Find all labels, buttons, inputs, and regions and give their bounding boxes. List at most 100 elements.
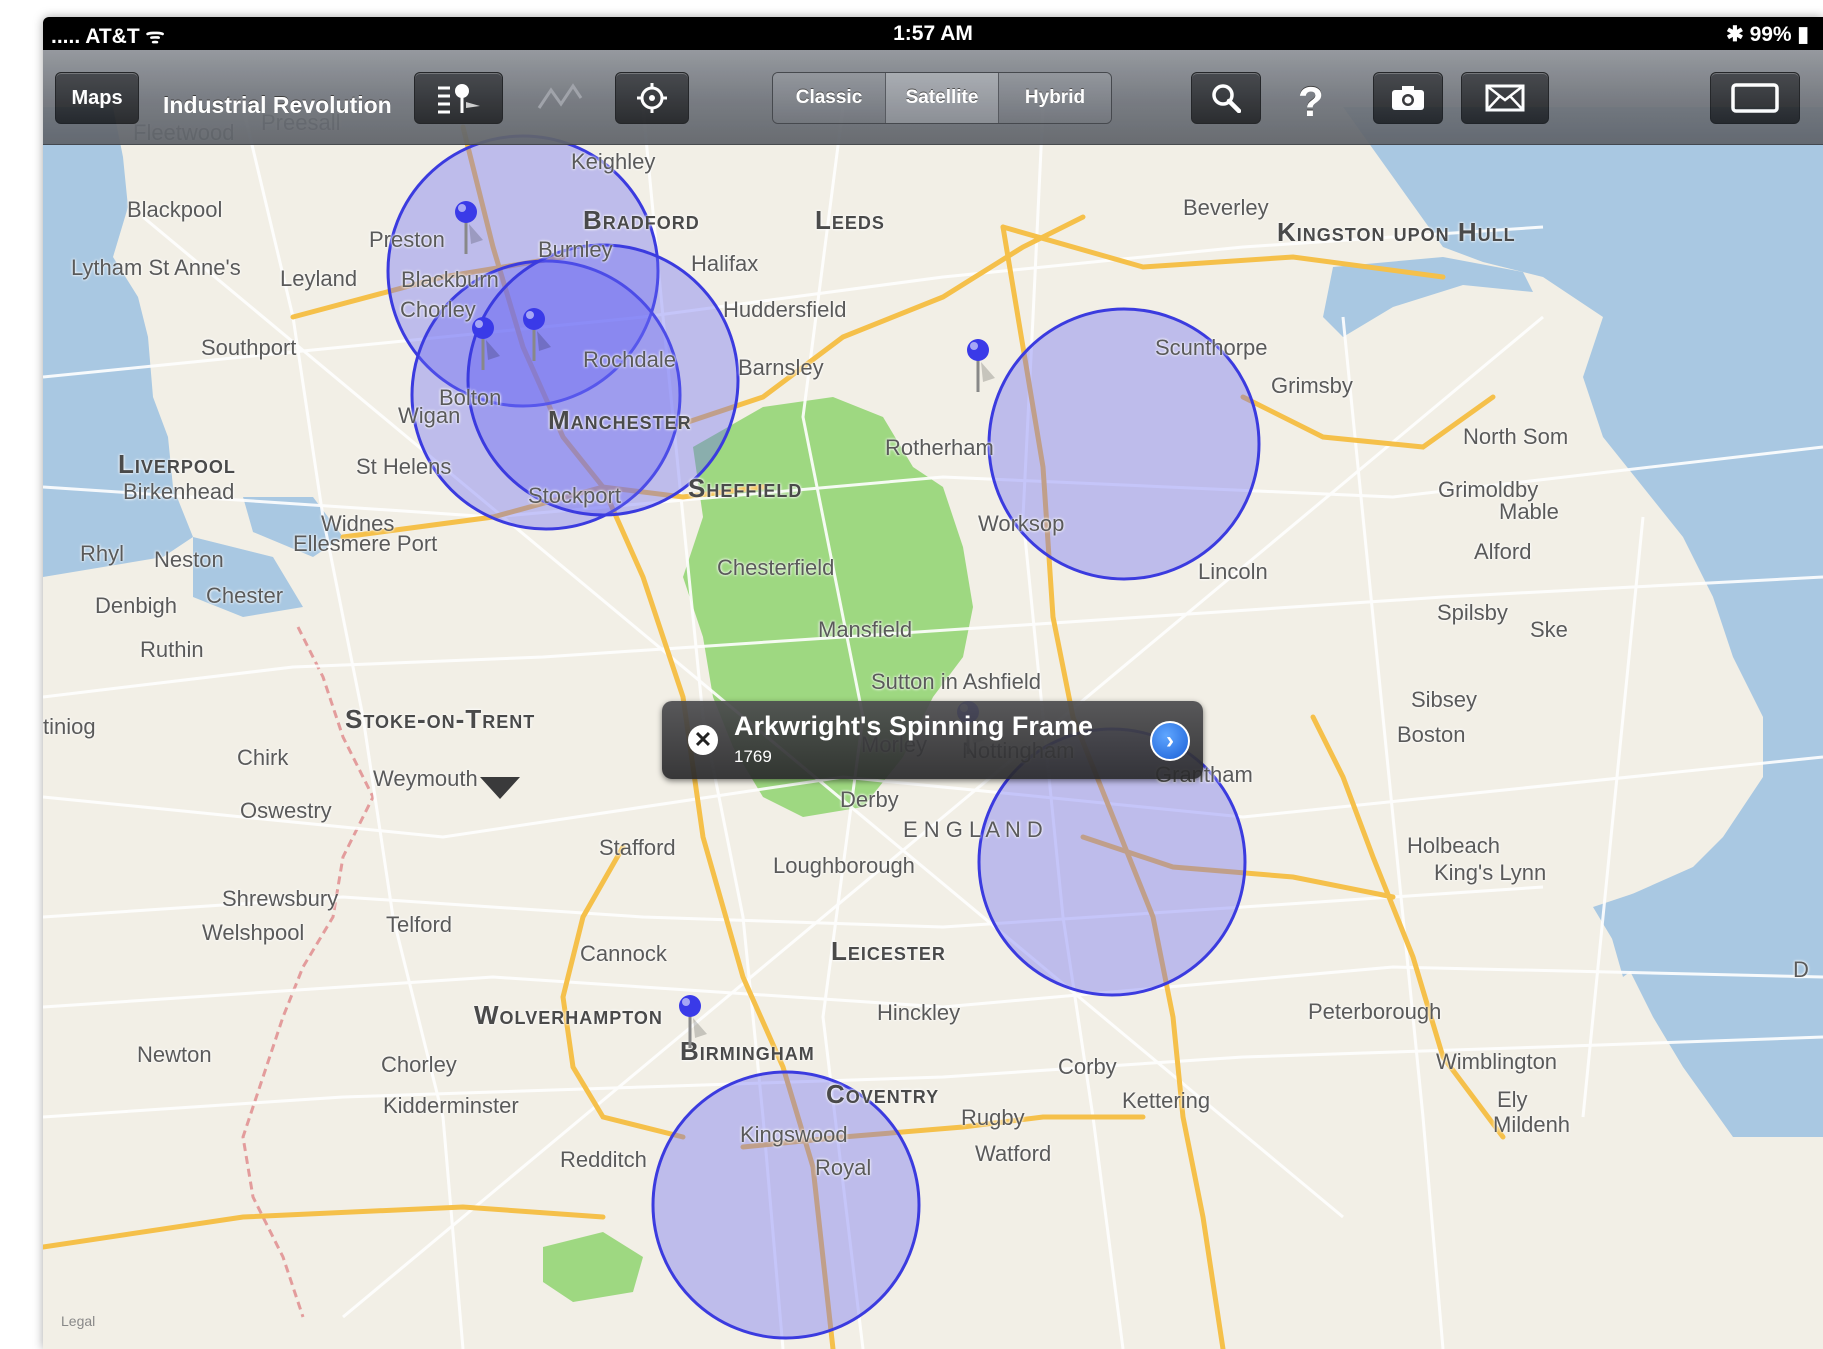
map-label: Chirk xyxy=(237,745,289,770)
map-label: Leicester xyxy=(831,936,946,966)
map-label: Shrewsbury xyxy=(222,886,339,911)
fullscreen-icon xyxy=(1731,83,1779,113)
map-label: Lytham St Anne's xyxy=(71,255,241,280)
map-label: Scunthorpe xyxy=(1155,335,1268,360)
map-pin-icon[interactable] xyxy=(677,994,713,1052)
clock: 1:57 AM xyxy=(893,22,973,45)
app-title: Industrial Revolution xyxy=(163,92,392,118)
region-circle xyxy=(651,1070,921,1340)
map-label: Worksop xyxy=(978,511,1065,536)
map-label: Halifax xyxy=(691,251,759,276)
map-label: Liverpool xyxy=(118,449,236,479)
map-label: Ely xyxy=(1497,1087,1528,1112)
callout-title: Arkwright's Spinning Frame xyxy=(734,711,1093,741)
search-button[interactable] xyxy=(1191,72,1261,124)
map-label: Huddersfield xyxy=(723,297,847,322)
map-label: Neston xyxy=(154,547,224,572)
map-label: Redditch xyxy=(560,1147,647,1172)
status-bar: ..... AT&T ᯤ 1:57 AM ✱ 99% ▮ xyxy=(43,17,1823,50)
map-label: Rotherham xyxy=(885,435,994,460)
toolbar: Maps Industrial Revolution Classic Satel… xyxy=(43,50,1823,145)
map-label: Rochdale xyxy=(583,347,676,372)
map-type-control[interactable]: Classic Satellite Hybrid xyxy=(772,72,1112,124)
annotation-callout[interactable]: ✕ Arkwright's Spinning Frame 1769 › xyxy=(662,701,1203,779)
map-label: Coventry xyxy=(826,1079,940,1109)
locate-button[interactable] xyxy=(615,72,689,124)
disclosure-arrow-icon[interactable]: › xyxy=(1150,721,1190,761)
map-label: Blackburn xyxy=(401,267,499,292)
map-label: Ske xyxy=(1530,617,1568,642)
map-label: Denbigh xyxy=(95,593,177,618)
map-label: Welshpool xyxy=(202,920,305,945)
maps-button[interactable]: Maps xyxy=(55,72,139,124)
map-label: Kidderminster xyxy=(383,1093,519,1118)
map-label: Southport xyxy=(201,335,297,360)
mail-button[interactable] xyxy=(1461,72,1549,124)
map-label: Royal xyxy=(815,1155,872,1180)
map-label: Blackpool xyxy=(127,197,223,222)
map-label: Barnsley xyxy=(738,355,824,380)
map-label: Birkenhead xyxy=(123,479,235,504)
map-label: Stafford xyxy=(599,835,676,860)
map-label: Rhyl xyxy=(80,541,125,566)
close-icon[interactable]: ✕ xyxy=(688,725,718,755)
map-pin-icon[interactable] xyxy=(453,200,489,258)
battery-indicator: ✱ 99% ▮ xyxy=(1726,23,1809,46)
map-label: Wolverhampton xyxy=(474,1000,663,1030)
map-type-classic[interactable]: Classic xyxy=(773,73,886,123)
map-label: Ruthin xyxy=(140,637,204,662)
map-label: Alford xyxy=(1474,539,1532,564)
callout-subtitle: 1769 xyxy=(734,747,772,766)
map-label: Weymouth xyxy=(373,766,478,791)
map-label: Ellesmere Port xyxy=(293,531,438,556)
map-label: Mildenh xyxy=(1493,1112,1571,1137)
map-label: Manchester xyxy=(548,405,692,435)
map-label: Burnley xyxy=(538,237,613,262)
map-label: Rugby xyxy=(961,1105,1025,1130)
map-label: Kettering xyxy=(1122,1088,1211,1113)
map-label: Mansfield xyxy=(818,617,913,642)
map-label: King's Lynn xyxy=(1434,860,1547,885)
map-type-hybrid[interactable]: Hybrid xyxy=(999,73,1111,123)
map-label: St Helens xyxy=(356,454,452,479)
map-label: Sheffield xyxy=(688,473,803,503)
map-pin-icon[interactable] xyxy=(470,316,506,374)
map-label: Cannock xyxy=(580,941,667,966)
map-label: Loughborough xyxy=(773,853,915,878)
map-label: Oswestry xyxy=(240,798,332,823)
map-label: Watford xyxy=(975,1141,1052,1166)
map-label: Stockport xyxy=(528,483,621,508)
map-label: Wimblington xyxy=(1436,1049,1558,1074)
map-label: Sutton in Ashfield xyxy=(871,669,1042,694)
camera-button[interactable] xyxy=(1373,72,1443,124)
list-pin-button[interactable] xyxy=(414,72,503,124)
map-label: Corby xyxy=(1058,1054,1117,1079)
camera-icon xyxy=(1391,85,1425,111)
map-label: Holbeach xyxy=(1407,833,1500,858)
route-icon[interactable] xyxy=(537,80,583,119)
map-label: Boston xyxy=(1397,722,1466,747)
map-label: Mable xyxy=(1499,499,1559,524)
map-label: Spilsby xyxy=(1437,600,1508,625)
map-label: Chester xyxy=(206,583,284,608)
mail-icon xyxy=(1485,84,1525,112)
map-label: Preston xyxy=(369,227,445,252)
map-pin-icon[interactable] xyxy=(521,307,557,365)
map-label: Newton xyxy=(137,1042,212,1067)
map-label: Hinckley xyxy=(877,1000,961,1025)
map-type-satellite[interactable]: Satellite xyxy=(886,73,999,123)
map-label: Grimsby xyxy=(1271,373,1353,398)
map-label: Peterborough xyxy=(1308,999,1442,1024)
list-pin-icon xyxy=(436,82,482,114)
help-icon[interactable]: ? xyxy=(1298,78,1324,126)
map-label: Telford xyxy=(386,912,453,937)
map-pin-icon[interactable] xyxy=(965,338,1001,396)
map-label: Bradford xyxy=(583,205,700,235)
map-label: Stoke-on-Trent xyxy=(345,704,536,734)
map-label: Leyland xyxy=(280,266,358,291)
map-label: Beverley xyxy=(1183,195,1269,220)
legal-link[interactable]: Legal xyxy=(61,1313,95,1329)
map-label: Chorley xyxy=(400,297,476,322)
search-icon xyxy=(1211,83,1241,113)
fullscreen-button[interactable] xyxy=(1710,72,1800,124)
